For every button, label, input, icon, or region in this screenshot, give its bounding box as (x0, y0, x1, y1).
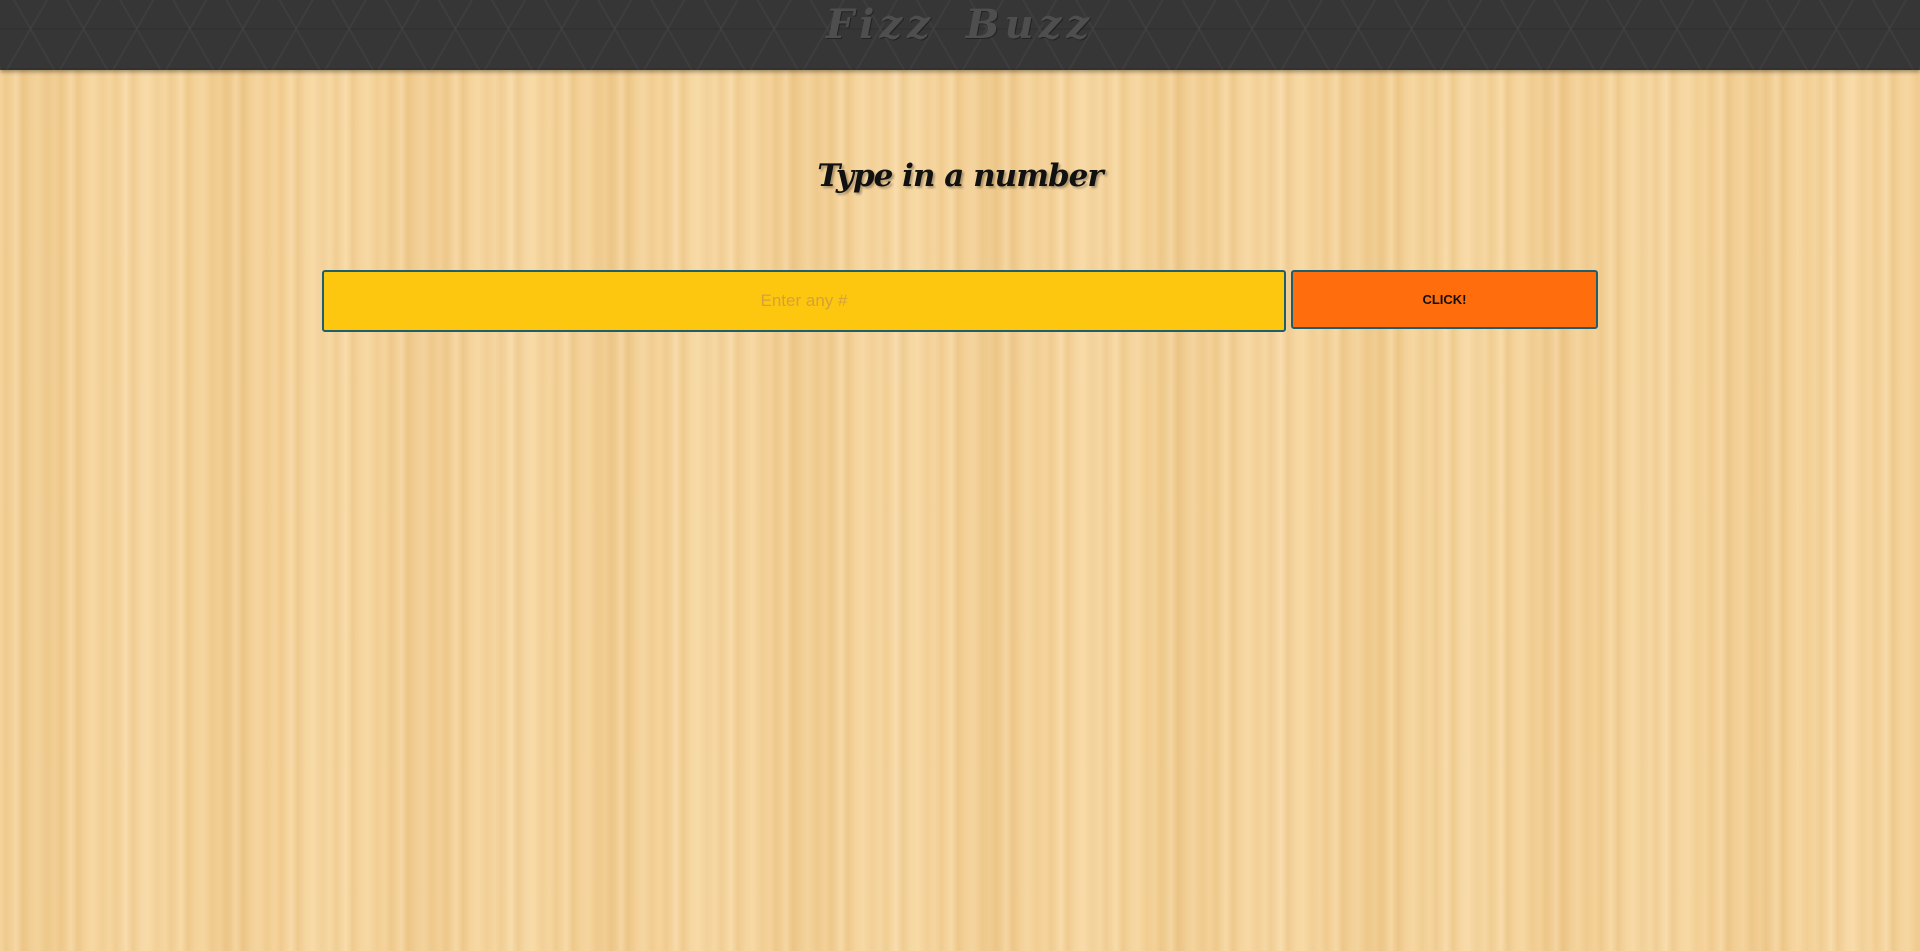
header-bar: Fizz Buzz (0, 0, 1920, 70)
app-title: Fizz Buzz (825, 1, 1095, 48)
click-button[interactable]: CLICK! (1291, 270, 1598, 329)
number-input[interactable] (322, 270, 1286, 332)
number-prompt-heading: Type in a number (817, 158, 1103, 194)
